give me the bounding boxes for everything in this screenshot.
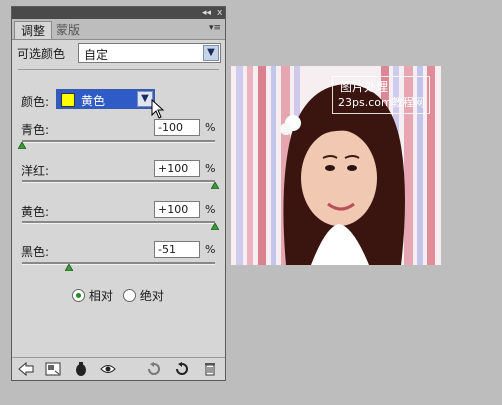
black-slider-thumb[interactable] <box>65 264 74 271</box>
absolute-label: 绝对 <box>139 289 164 303</box>
yellow-unit: % <box>205 203 216 216</box>
yellow-label: 黄色: <box>21 205 50 219</box>
cyan-slider-track[interactable] <box>22 140 215 143</box>
panel-bottom-toolbar <box>12 357 225 380</box>
yellow-slider-thumb[interactable] <box>211 223 219 230</box>
colors-value: 黄色 <box>81 94 106 108</box>
preset-label: 可选颜色 <box>17 47 66 61</box>
cyan-input[interactable]: -100 <box>154 119 200 136</box>
tab-masks[interactable]: 蒙版 <box>50 21 86 39</box>
relative-option[interactable]: 相对 <box>72 287 113 304</box>
magenta-label: 洋红: <box>21 164 50 178</box>
tab-adjustments[interactable]: 调整 <box>14 21 53 39</box>
panel-tabs: 调整 蒙版 ▾≡ <box>12 19 225 40</box>
relative-label: 相对 <box>88 289 113 303</box>
watermark-line1: 图片处理 <box>340 80 389 94</box>
black-label: 黑色: <box>21 245 50 259</box>
magenta-unit: % <box>205 162 216 175</box>
collapse-icon[interactable]: ◂◂ <box>202 7 211 19</box>
back-arrow-icon[interactable] <box>18 362 34 376</box>
colors-select[interactable]: 黄色 ▼ <box>56 89 155 109</box>
magenta-slider-thumb[interactable] <box>211 182 219 189</box>
magenta-slider-track[interactable] <box>22 180 215 183</box>
cursor-icon <box>151 99 165 119</box>
black-input[interactable]: -51 <box>154 241 200 258</box>
colors-label: 颜色: <box>21 95 50 109</box>
black-unit: % <box>205 243 216 256</box>
black-slider-track[interactable] <box>22 262 215 265</box>
close-icon[interactable]: x <box>217 7 222 19</box>
absolute-option[interactable]: 绝对 <box>123 287 164 304</box>
view-previous-state-icon[interactable] <box>146 362 162 376</box>
preset-select[interactable]: 自定 ▼ <box>78 43 221 63</box>
divider <box>18 69 219 70</box>
panel-menu-icon[interactable]: ▾≡ <box>209 23 221 33</box>
trash-icon[interactable] <box>202 362 218 376</box>
cyan-slider-thumb[interactable] <box>18 142 26 149</box>
preset-value: 自定 <box>84 48 109 62</box>
chevron-down-icon[interactable]: ▼ <box>203 45 219 61</box>
magenta-input[interactable]: +100 <box>154 160 200 177</box>
relative-radio[interactable] <box>72 289 85 302</box>
reset-icon[interactable] <box>174 362 190 376</box>
yellow-input[interactable]: +100 <box>154 201 200 218</box>
clip-layer-icon[interactable] <box>73 362 89 376</box>
panel-titlebar: ◂◂ x <box>12 7 225 19</box>
cyan-unit: % <box>205 121 216 134</box>
yellow-slider-track[interactable] <box>22 221 215 224</box>
cyan-label: 青色: <box>21 123 50 137</box>
eye-icon[interactable] <box>100 362 116 376</box>
absolute-radio[interactable] <box>123 289 136 302</box>
adjustments-panel: ◂◂ x 调整 蒙版 ▾≡ 可选颜色 自定 ▼ 颜色: 黄色 ▼ 青色: -10… <box>11 6 226 381</box>
watermark-line2: 23ps.com教程网 <box>338 96 425 109</box>
expand-view-icon[interactable] <box>45 362 61 376</box>
color-swatch <box>61 93 75 107</box>
